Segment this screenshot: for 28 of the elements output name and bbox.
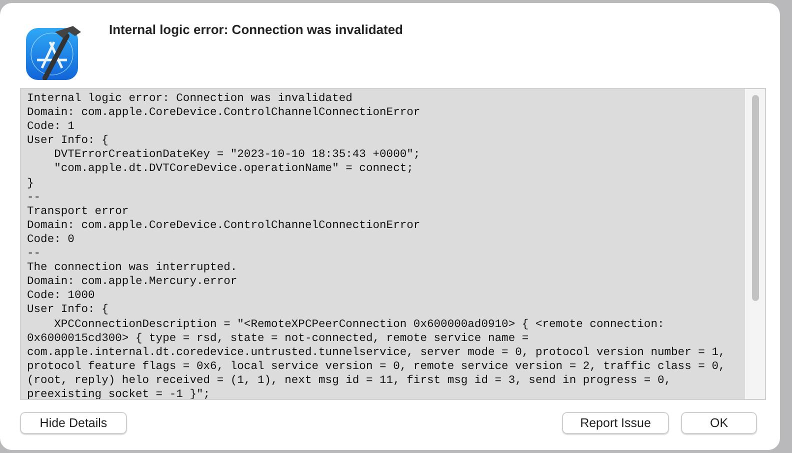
detail-line: XPCConnectionDescription = "<RemoteXPCPeerConnection 0x600000ad0910> { <remote connection: [53, 318, 666, 332]
dialog-button[interactable]: Hide Details [20, 412, 127, 434]
detail-line: Code: 0 [27, 232, 76, 248]
detail-line: 0x6000015cd300> { type = rsd, state = not-connected, remote service name = [27, 332, 530, 346]
detail-line: DVTErrorCreationDateKey = "2023-10-10 18:35:43 +0000"; [53, 148, 422, 162]
scrollbar-track[interactable] [745, 89, 765, 399]
detail-line: Internal logic error: Connection was invalidated [27, 92, 354, 106]
detail-line: com.apple.internal.dt.coredevice.untrusted.tunnelservice, server mode = 0, protocol version number = 1, [27, 346, 726, 360]
detail-line: Code: 1000 [27, 289, 96, 304]
dialog-button[interactable]: Report Issue [562, 412, 669, 434]
detail-line: Domain: com.apple.CoreDevice.ControlChannelConnectionError [27, 218, 422, 233]
detail-line: (root, reply) helo received = (1, 1), next msg id = 11, first msg id = 3, send in progress = 0, [27, 374, 672, 388]
detail-line: } [27, 176, 35, 191]
detail-line: protocol feature flags = 0x6, local service version = 0, remote service version = 2, traffic class = 0, [27, 360, 726, 374]
detail-line: Domain: com.apple.CoreDevice.ControlChannelConnectionError [27, 106, 422, 120]
detail-line: User Info: { [27, 303, 110, 318]
detail-line: Code: 1 [27, 120, 76, 134]
detail-line: -- [27, 190, 42, 205]
detail-line: -- [27, 247, 42, 262]
detail-line: Transport error [27, 204, 130, 219]
detail-line: The connection was interrupted. [27, 261, 238, 276]
detail-line: "com.apple.dt.DVTCoreDevice.operationName" = connect; [53, 162, 414, 177]
detail-line: User Info: { [27, 134, 110, 148]
detail-line: preexisting socket = -1 }"; [27, 388, 212, 399]
dialog-button[interactable]: OK [681, 412, 757, 434]
dialog-title: Internal logic error: Connection was invalidated [109, 22, 403, 39]
detail-line: Domain: com.apple.Mercury.error [27, 275, 238, 290]
scrollbar-thumb[interactable] [752, 95, 758, 301]
